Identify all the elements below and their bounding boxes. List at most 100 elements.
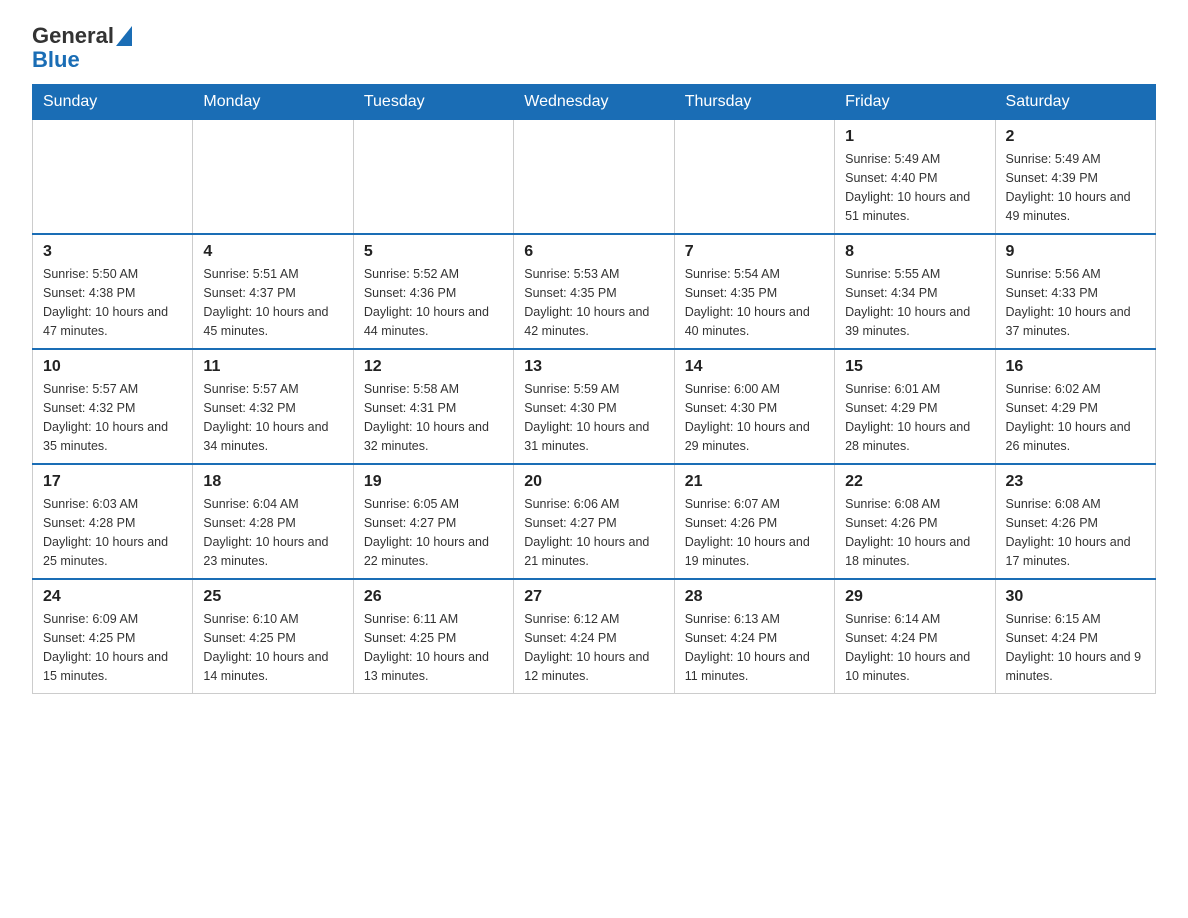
- day-number: 29: [845, 588, 984, 606]
- day-info: Sunrise: 6:08 AM Sunset: 4:26 PM Dayligh…: [1006, 495, 1145, 570]
- calendar-cell: 7 Sunrise: 5:54 AM Sunset: 4:35 PM Daylig…: [674, 234, 834, 349]
- logo-general: General: [32, 24, 114, 48]
- calendar-cell: 16Sunrise: 6:02 AM Sunset: 4:29 PM Dayli…: [995, 349, 1155, 464]
- day-info: Sunrise: 5:54 AM Sunset: 4:35 PM Dayligh…: [685, 265, 824, 340]
- calendar-cell: 1 Sunrise: 5:49 AM Sunset: 4:40 PM Daylig…: [835, 120, 995, 235]
- calendar-week-row: 3 Sunrise: 5:50 AM Sunset: 4:38 PM Daylig…: [33, 234, 1156, 349]
- calendar-cell: 18Sunrise: 6:04 AM Sunset: 4:28 PM Dayli…: [193, 464, 353, 579]
- day-info: Sunrise: 6:06 AM Sunset: 4:27 PM Dayligh…: [524, 495, 663, 570]
- day-number: 6: [524, 243, 663, 261]
- calendar-cell: 19 Sunrise: 6:05 AM Sunset: 4:27 PM Dayli…: [353, 464, 513, 579]
- calendar-cell: 9 Sunrise: 5:56 AM Sunset: 4:33 PM Daylig…: [995, 234, 1155, 349]
- calendar-cell: 14 Sunrise: 6:00 AM Sunset: 4:30 PM Dayli…: [674, 349, 834, 464]
- day-info: Sunrise: 5:50 AM Sunset: 4:38 PM Dayligh…: [43, 265, 182, 340]
- day-number: 19: [364, 473, 503, 491]
- day-number: 25: [203, 588, 342, 606]
- day-info: Sunrise: 6:05 AM Sunset: 4:27 PM Dayligh…: [364, 495, 503, 570]
- day-info: Sunrise: 6:12 AM Sunset: 4:24 PM Dayligh…: [524, 610, 663, 685]
- calendar-week-row: 24 Sunrise: 6:09 AM Sunset: 4:25 PM Dayli…: [33, 579, 1156, 694]
- column-header-monday: Monday: [193, 85, 353, 120]
- day-number: 26: [364, 588, 503, 606]
- day-number: 30: [1006, 588, 1145, 606]
- day-number: 16: [1006, 358, 1145, 376]
- calendar-cell: 26 Sunrise: 6:11 AM Sunset: 4:25 PM Dayli…: [353, 579, 513, 694]
- calendar-cell: 6 Sunrise: 5:53 AM Sunset: 4:35 PM Daylig…: [514, 234, 674, 349]
- logo-triangle-icon: [116, 26, 132, 46]
- day-info: Sunrise: 5:57 AM Sunset: 4:32 PM Dayligh…: [203, 380, 342, 455]
- day-info: Sunrise: 5:57 AM Sunset: 4:32 PM Dayligh…: [43, 380, 182, 455]
- day-number: 12: [364, 358, 503, 376]
- calendar-cell: [193, 120, 353, 235]
- day-info: Sunrise: 6:08 AM Sunset: 4:26 PM Dayligh…: [845, 495, 984, 570]
- day-number: 3: [43, 243, 182, 261]
- calendar-cell: 24 Sunrise: 6:09 AM Sunset: 4:25 PM Dayli…: [33, 579, 193, 694]
- page-header: General Blue: [32, 24, 1156, 72]
- logo: General Blue: [32, 24, 132, 72]
- day-number: 24: [43, 588, 182, 606]
- day-info: Sunrise: 6:00 AM Sunset: 4:30 PM Dayligh…: [685, 380, 824, 455]
- calendar-cell: 30 Sunrise: 6:15 AM Sunset: 4:24 PM Dayli…: [995, 579, 1155, 694]
- calendar-cell: 3 Sunrise: 5:50 AM Sunset: 4:38 PM Daylig…: [33, 234, 193, 349]
- day-info: Sunrise: 5:58 AM Sunset: 4:31 PM Dayligh…: [364, 380, 503, 455]
- day-info: Sunrise: 5:51 AM Sunset: 4:37 PM Dayligh…: [203, 265, 342, 340]
- calendar-cell: 17Sunrise: 6:03 AM Sunset: 4:28 PM Dayli…: [33, 464, 193, 579]
- day-info: Sunrise: 5:49 AM Sunset: 4:39 PM Dayligh…: [1006, 150, 1145, 225]
- calendar-cell: 13Sunrise: 5:59 AM Sunset: 4:30 PM Dayli…: [514, 349, 674, 464]
- calendar-cell: 10Sunrise: 5:57 AM Sunset: 4:32 PM Dayli…: [33, 349, 193, 464]
- day-number: 20: [524, 473, 663, 491]
- day-number: 13: [524, 358, 663, 376]
- day-number: 2: [1006, 128, 1145, 146]
- calendar-cell: 8 Sunrise: 5:55 AM Sunset: 4:34 PM Daylig…: [835, 234, 995, 349]
- day-info: Sunrise: 6:09 AM Sunset: 4:25 PM Dayligh…: [43, 610, 182, 685]
- day-number: 15: [845, 358, 984, 376]
- calendar-cell: 5 Sunrise: 5:52 AM Sunset: 4:36 PM Daylig…: [353, 234, 513, 349]
- calendar-cell: 20 Sunrise: 6:06 AM Sunset: 4:27 PM Dayli…: [514, 464, 674, 579]
- calendar-cell: [674, 120, 834, 235]
- day-number: 22: [845, 473, 984, 491]
- day-info: Sunrise: 5:52 AM Sunset: 4:36 PM Dayligh…: [364, 265, 503, 340]
- column-header-sunday: Sunday: [33, 85, 193, 120]
- day-number: 11: [203, 358, 342, 376]
- calendar-table: SundayMondayTuesdayWednesdayThursdayFrid…: [32, 84, 1156, 694]
- day-info: Sunrise: 5:53 AM Sunset: 4:35 PM Dayligh…: [524, 265, 663, 340]
- calendar-header-row: SundayMondayTuesdayWednesdayThursdayFrid…: [33, 85, 1156, 120]
- calendar-cell: [33, 120, 193, 235]
- logo-blue: Blue: [32, 47, 80, 72]
- calendar-cell: [514, 120, 674, 235]
- day-number: 7: [685, 243, 824, 261]
- calendar-week-row: 17Sunrise: 6:03 AM Sunset: 4:28 PM Dayli…: [33, 464, 1156, 579]
- day-number: 14: [685, 358, 824, 376]
- calendar-cell: 27 Sunrise: 6:12 AM Sunset: 4:24 PM Dayli…: [514, 579, 674, 694]
- day-number: 4: [203, 243, 342, 261]
- day-number: 5: [364, 243, 503, 261]
- day-number: 17: [43, 473, 182, 491]
- day-info: Sunrise: 5:56 AM Sunset: 4:33 PM Dayligh…: [1006, 265, 1145, 340]
- calendar-cell: 21 Sunrise: 6:07 AM Sunset: 4:26 PM Dayli…: [674, 464, 834, 579]
- day-number: 8: [845, 243, 984, 261]
- day-info: Sunrise: 6:15 AM Sunset: 4:24 PM Dayligh…: [1006, 610, 1145, 685]
- day-info: Sunrise: 6:10 AM Sunset: 4:25 PM Dayligh…: [203, 610, 342, 685]
- column-header-wednesday: Wednesday: [514, 85, 674, 120]
- day-info: Sunrise: 6:11 AM Sunset: 4:25 PM Dayligh…: [364, 610, 503, 685]
- day-number: 18: [203, 473, 342, 491]
- calendar-cell: 2 Sunrise: 5:49 AM Sunset: 4:39 PM Daylig…: [995, 120, 1155, 235]
- calendar-week-row: 10Sunrise: 5:57 AM Sunset: 4:32 PM Dayli…: [33, 349, 1156, 464]
- day-info: Sunrise: 5:55 AM Sunset: 4:34 PM Dayligh…: [845, 265, 984, 340]
- calendar-cell: 23Sunrise: 6:08 AM Sunset: 4:26 PM Dayli…: [995, 464, 1155, 579]
- calendar-cell: 4 Sunrise: 5:51 AM Sunset: 4:37 PM Daylig…: [193, 234, 353, 349]
- calendar-cell: 12 Sunrise: 5:58 AM Sunset: 4:31 PM Dayli…: [353, 349, 513, 464]
- day-number: 21: [685, 473, 824, 491]
- day-info: Sunrise: 6:13 AM Sunset: 4:24 PM Dayligh…: [685, 610, 824, 685]
- day-info: Sunrise: 5:49 AM Sunset: 4:40 PM Dayligh…: [845, 150, 984, 225]
- day-number: 1: [845, 128, 984, 146]
- day-info: Sunrise: 6:07 AM Sunset: 4:26 PM Dayligh…: [685, 495, 824, 570]
- calendar-week-row: 1 Sunrise: 5:49 AM Sunset: 4:40 PM Daylig…: [33, 120, 1156, 235]
- calendar-cell: 29 Sunrise: 6:14 AM Sunset: 4:24 PM Dayli…: [835, 579, 995, 694]
- column-header-tuesday: Tuesday: [353, 85, 513, 120]
- calendar-cell: 22 Sunrise: 6:08 AM Sunset: 4:26 PM Dayli…: [835, 464, 995, 579]
- calendar-cell: 11 Sunrise: 5:57 AM Sunset: 4:32 PM Dayli…: [193, 349, 353, 464]
- day-info: Sunrise: 6:14 AM Sunset: 4:24 PM Dayligh…: [845, 610, 984, 685]
- day-number: 9: [1006, 243, 1145, 261]
- calendar-cell: 25 Sunrise: 6:10 AM Sunset: 4:25 PM Dayli…: [193, 579, 353, 694]
- day-number: 27: [524, 588, 663, 606]
